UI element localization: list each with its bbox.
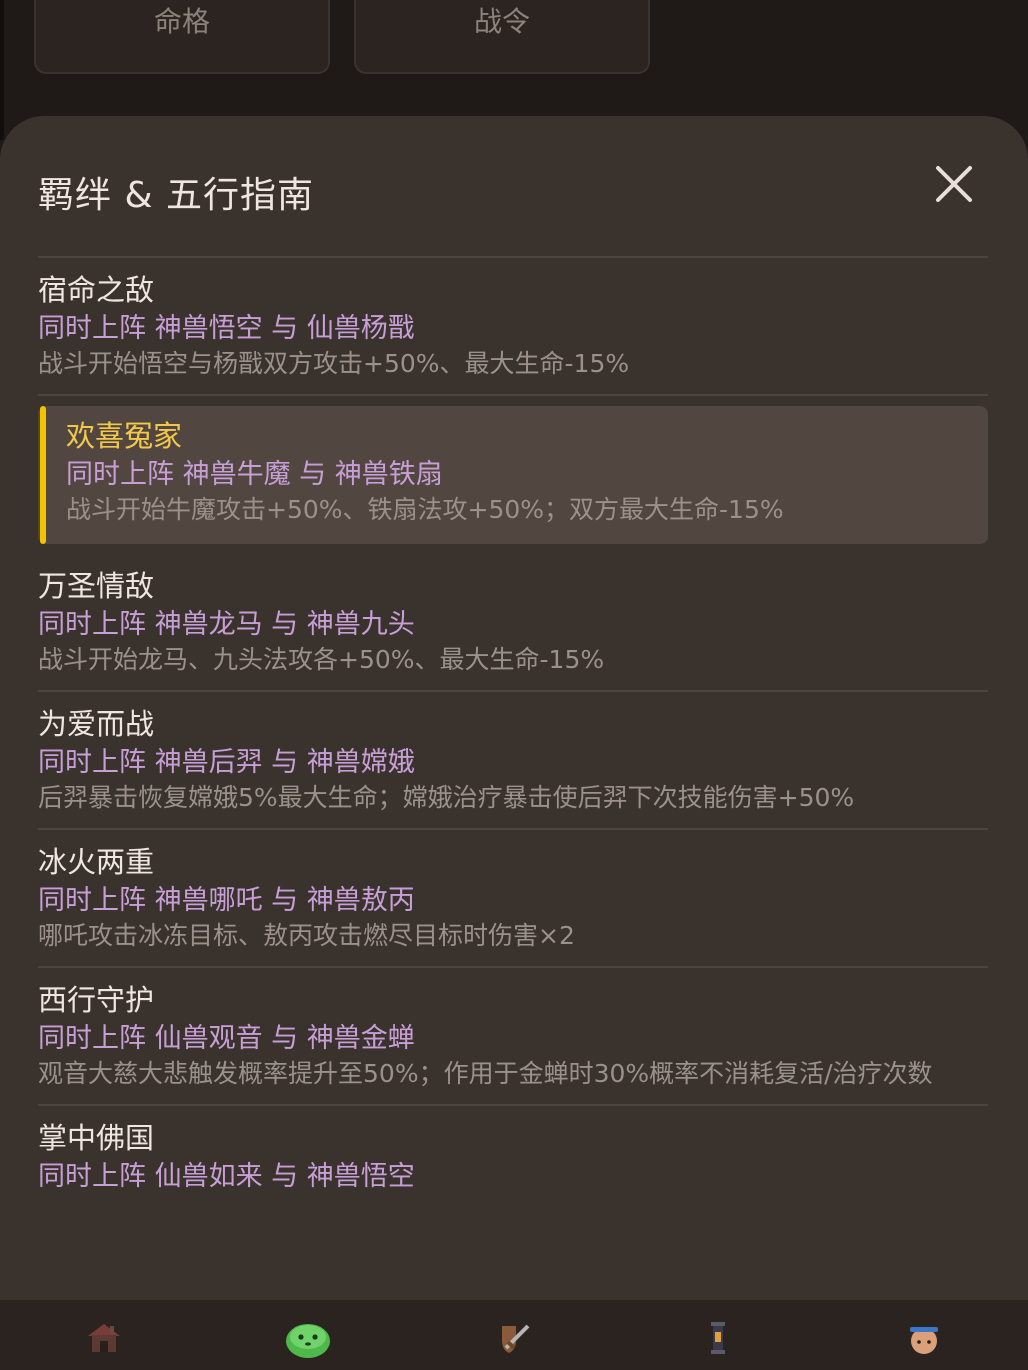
bond-name: 万圣情敌: [38, 569, 155, 603]
tab-zhanling[interactable]: 战令: [354, 0, 650, 74]
bond-name: 掌中佛国: [38, 1121, 155, 1155]
bond-list[interactable]: 宿命之敌 同时上阵 神兽悟空 与 仙兽杨戬 战斗开始悟空与杨戬双方攻击+50%、…: [38, 256, 988, 1256]
bond-condition: 同时上阵 神兽悟空 与 仙兽杨戬: [38, 313, 415, 344]
bond-name: 西行守护: [38, 983, 155, 1017]
bond-name: 宿命之敌: [38, 273, 155, 307]
bond-condition: 同时上阵 仙兽如来 与 神兽悟空: [38, 1161, 415, 1192]
bond-condition: 同时上阵 仙兽观音 与 神兽金蝉: [38, 1023, 415, 1054]
lantern-icon: [711, 1322, 725, 1354]
bond-item[interactable]: 为爱而战 同时上阵 神兽后羿 与 神兽嫦娥 后羿暴击恢复嫦娥5%最大生命；嫦娥治…: [38, 692, 988, 828]
bond-item[interactable]: 万圣情敌 同时上阵 神兽龙马 与 神兽九头 战斗开始龙马、九头法攻各+50%、最…: [38, 554, 988, 690]
bond-effect: 战斗开始龙马、九头法攻各+50%、最大生命-15%: [38, 645, 605, 674]
bond-item-selected[interactable]: 欢喜冤家 同时上阵 神兽牛魔 与 神兽铁扇 战斗开始牛魔攻击+50%、铁扇法攻+…: [38, 406, 988, 544]
bond-item[interactable]: 掌中佛国 同时上阵 仙兽如来 与 神兽悟空: [38, 1106, 988, 1210]
nav-battle-button[interactable]: [488, 1314, 540, 1362]
nav-profile-button[interactable]: [898, 1314, 950, 1362]
house-icon: [88, 1324, 120, 1352]
selected-accent-bar: [40, 406, 46, 544]
bond-name: 为爱而战: [38, 707, 155, 741]
bond-effect: 后羿暴击恢复嫦娥5%最大生命；嫦娥治疗暴击使后羿下次技能伤害+50%: [38, 783, 855, 812]
divider: [38, 394, 988, 396]
bond-effect: 战斗开始牛魔攻击+50%、铁扇法攻+50%；双方最大生命-15%: [66, 495, 784, 524]
bond-condition: 同时上阵 神兽龙马 与 神兽九头: [38, 609, 415, 640]
bottom-nav: [0, 1298, 1028, 1370]
modal-title: 羁绊 & 五行指南: [38, 175, 314, 216]
bond-condition: 同时上阵 神兽哪吒 与 神兽敖丙: [38, 885, 415, 916]
sword-shield-icon: [502, 1324, 530, 1353]
game-screen: 命格 战令 羁绊 & 五行指南 宿命之敌 同时上阵 神兽悟空 与 仙兽杨戬 战斗…: [0, 0, 1028, 1370]
close-icon: [936, 166, 972, 202]
bond-condition: 同时上阵 神兽牛魔 与 神兽铁扇: [66, 459, 443, 490]
bond-item[interactable]: 西行守护 同时上阵 仙兽观音 与 神兽金蝉 观音大慈大悲触发概率提升至50%；作…: [38, 968, 988, 1104]
green-slime-icon: [286, 1324, 330, 1358]
bond-name: 欢喜冤家: [66, 419, 183, 453]
edge-shadow: [0, 0, 4, 140]
tab-mingge[interactable]: 命格: [34, 0, 330, 74]
hero-avatar-icon: [910, 1327, 938, 1354]
bond-item[interactable]: 宿命之敌 同时上阵 神兽悟空 与 仙兽杨戬 战斗开始悟空与杨戬双方攻击+50%、…: [38, 258, 988, 394]
close-button[interactable]: [930, 160, 978, 208]
nav-lantern-button[interactable]: [692, 1314, 744, 1362]
bond-effect: 观音大慈大悲触发概率提升至50%；作用于金蝉时30%概率不消耗复活/治疗次数: [38, 1059, 933, 1088]
bond-effect: 哪吒攻击冰冻目标、敖丙攻击燃尽目标时伤害×2: [38, 921, 575, 950]
bond-name: 冰火两重: [38, 845, 155, 879]
bond-condition: 同时上阵 神兽后羿 与 神兽嫦娥: [38, 747, 415, 778]
bond-effect: 战斗开始悟空与杨戬双方攻击+50%、最大生命-15%: [38, 349, 630, 378]
nav-home-button[interactable]: [78, 1314, 130, 1362]
nav-pets-button[interactable]: [282, 1314, 334, 1362]
tab-zhanling-label: 战令: [473, 5, 530, 38]
tab-mingge-label: 命格: [153, 5, 210, 38]
bond-item[interactable]: 冰火两重 同时上阵 神兽哪吒 与 神兽敖丙 哪吒攻击冰冻目标、敖丙攻击燃尽目标时…: [38, 830, 988, 966]
